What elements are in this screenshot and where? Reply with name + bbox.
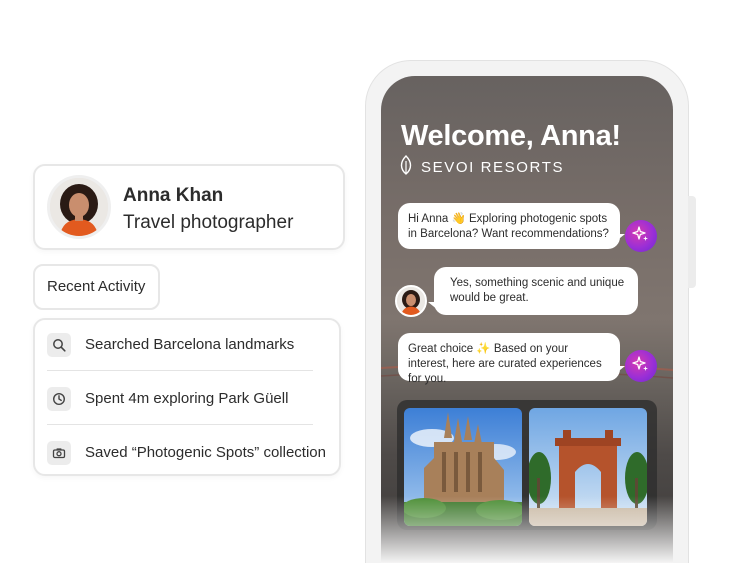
screen-fade <box>381 496 673 563</box>
divider <box>47 370 313 371</box>
activity-list: Searched Barcelona landmarks Spent 4m ex… <box>33 318 341 476</box>
phone-screen: Welcome, Anna! SEVOI RESORTS Hi Anna 👋 E… <box>381 76 673 563</box>
divider <box>47 424 313 425</box>
user-avatar <box>395 285 427 317</box>
profile-avatar <box>47 175 111 239</box>
brand-logo: SEVOI RESORTS <box>399 154 565 180</box>
ai-assistant-badge <box>625 350 657 382</box>
assistant-message: Hi Anna 👋 Exploring photogenic spots in … <box>398 203 620 249</box>
assistant-message: Great choice ✨ Based on your interest, h… <box>398 333 620 385</box>
camera-icon <box>47 441 71 465</box>
ai-assistant-badge <box>625 220 657 252</box>
welcome-heading: Welcome, Anna! <box>401 120 621 152</box>
bubble-tail <box>615 234 625 242</box>
recent-activity-tab[interactable]: Recent Activity <box>33 264 160 310</box>
activity-item-search[interactable]: Searched Barcelona landmarks <box>47 330 317 360</box>
activity-item-saved[interactable]: Saved “Photogenic Spots” collection <box>47 438 326 468</box>
user-message: Yes, something scenic and unique would b… <box>434 267 638 315</box>
profile-card: Anna Khan Travel photographer <box>33 164 345 250</box>
clock-icon <box>47 387 71 411</box>
activity-text: Searched Barcelona landmarks <box>85 336 295 353</box>
brand-name: SEVOI RESORTS <box>421 158 565 176</box>
activity-text: Spent 4m exploring Park Güell <box>85 390 289 407</box>
leaf-icon <box>399 154 413 180</box>
profile-role: Travel photographer <box>123 212 294 233</box>
activity-item-time[interactable]: Spent 4m exploring Park Güell <box>47 384 317 414</box>
bubble-tail <box>615 366 625 374</box>
sparkle-icon <box>632 225 650 248</box>
sparkle-icon <box>632 355 650 378</box>
search-icon <box>47 333 71 357</box>
phone-side-button <box>688 196 696 288</box>
activity-text: Saved “Photogenic Spots” collection <box>85 444 326 461</box>
profile-name: Anna Khan <box>123 185 224 206</box>
